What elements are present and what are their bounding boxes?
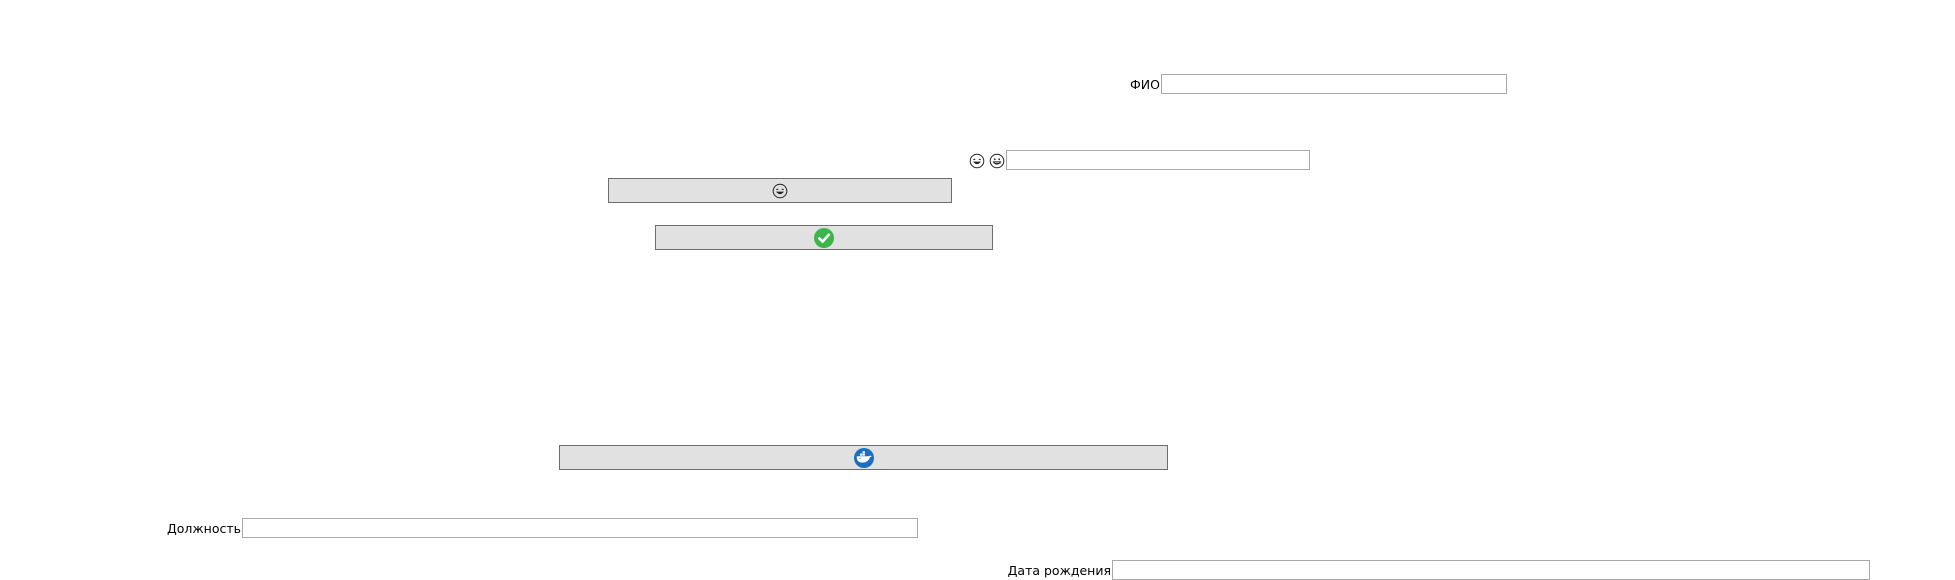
confirm-button[interactable] — [655, 225, 993, 250]
emoji-button[interactable] — [608, 178, 952, 203]
fio-label: ФИО — [1130, 77, 1160, 92]
fio-input[interactable] — [1161, 74, 1507, 94]
laughing-face-icon — [969, 153, 985, 169]
birth-date-input[interactable] — [1112, 560, 1870, 580]
birth-date-label: Дата рождения — [1007, 563, 1111, 578]
position-label: Должность — [166, 521, 241, 536]
green-checkmark-icon — [813, 227, 835, 249]
grinning-face-icon — [772, 183, 788, 199]
position-input[interactable] — [242, 518, 918, 538]
grinning-face-icon — [989, 153, 1005, 169]
docker-button[interactable] — [559, 445, 1168, 470]
emoji-input[interactable] — [1006, 150, 1310, 170]
docker-whale-icon — [853, 447, 875, 469]
